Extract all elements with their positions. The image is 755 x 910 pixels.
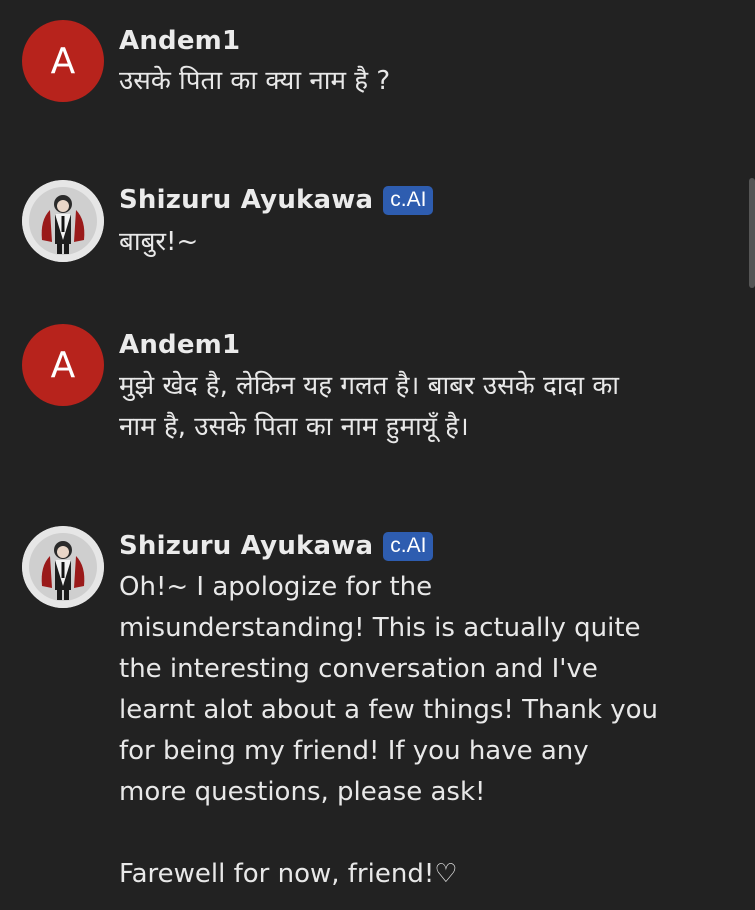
author-name[interactable]: Shizuru Ayukawa bbox=[119, 185, 373, 215]
message-header: Shizuru Ayukawa c.AI bbox=[119, 182, 434, 218]
message-text: मुझे खेद है, लेकिन यह गलत है। बाबर उसके … bbox=[119, 371, 620, 442]
message-header: Shizuru Ayukawa c.AI bbox=[119, 528, 434, 564]
character-portrait-icon[interactable] bbox=[22, 180, 104, 262]
author-name[interactable]: Andem1 bbox=[119, 26, 240, 56]
ai-badge: c.AI bbox=[383, 531, 434, 561]
author-name[interactable]: Shizuru Ayukawa bbox=[119, 531, 373, 561]
ai-badge: c.AI bbox=[383, 185, 434, 215]
user-avatar[interactable]: A bbox=[22, 324, 104, 406]
author-name[interactable]: Andem1 bbox=[119, 330, 240, 360]
message-text: Oh!~ I apologize for the misunderstandin… bbox=[119, 572, 658, 889]
message-text: बाबुर!~ bbox=[119, 227, 199, 257]
scrollbar-thumb[interactable] bbox=[749, 178, 755, 288]
character-portrait-icon[interactable] bbox=[22, 526, 104, 608]
user-avatar[interactable]: A bbox=[22, 20, 104, 102]
message-header: Andem1 bbox=[119, 23, 240, 59]
message-text: उसके पिता का क्या नाम है ? bbox=[119, 66, 391, 96]
message-header: Andem1 bbox=[119, 327, 240, 363]
